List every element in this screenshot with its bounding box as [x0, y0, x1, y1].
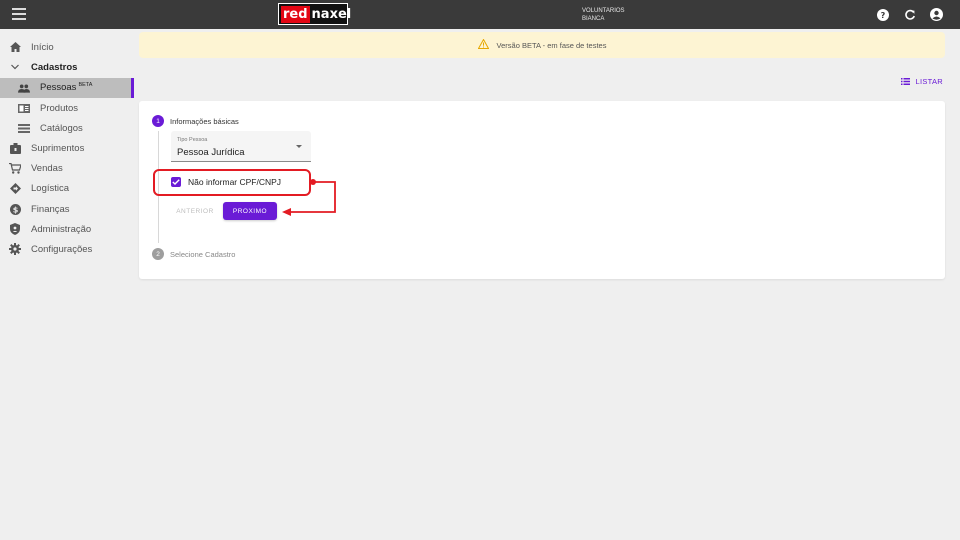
sidebar-item-inicio[interactable]: Início: [0, 37, 134, 57]
svg-text:?: ?: [880, 11, 885, 20]
sidebar-item-label: Finanças: [31, 203, 70, 215]
listar-button[interactable]: LISTAR: [901, 77, 943, 86]
tipo-pessoa-select[interactable]: Tipo Pessoa Pessoa Jurídica: [171, 131, 311, 162]
sidebar-item-label: Administração: [31, 223, 92, 235]
warning-icon: [477, 38, 489, 51]
sidebar-item-catalogos[interactable]: Catálogos: [0, 118, 134, 138]
sidebar-item-logistica[interactable]: Logística: [0, 178, 134, 198]
sidebar-item-financas[interactable]: $ Finanças: [0, 199, 134, 219]
logo-rest: naxel: [311, 6, 352, 22]
account-icon[interactable]: [929, 7, 944, 22]
sidebar-item-cadastros[interactable]: Cadastros: [0, 57, 134, 77]
product-icon: [18, 102, 30, 114]
sidebar-item-produtos[interactable]: Produtos: [0, 98, 134, 118]
sidebar-item-vendas[interactable]: Vendas: [0, 158, 134, 178]
sidebar-item-label: Produtos: [40, 102, 79, 114]
sidebar: Início Cadastros Pessoas BETA Produtos Ca…: [0, 29, 134, 540]
gear-icon: [9, 243, 21, 255]
sidebar-item-configuracoes[interactable]: Configurações: [0, 239, 134, 259]
beta-banner: Versão BETA - em fase de testes: [139, 32, 945, 58]
beta-badge: BETA: [78, 82, 93, 89]
sidebar-item-label: Vendas: [31, 162, 63, 174]
sidebar-item-administracao[interactable]: Administração: [0, 219, 134, 239]
supply-icon: [9, 142, 21, 154]
sidebar-item-suprimentos[interactable]: Suprimentos: [0, 138, 134, 158]
step-1-number: 1: [152, 115, 164, 127]
sidebar-item-label: Cadastros: [31, 61, 78, 73]
sidebar-item-label: Início: [31, 41, 54, 53]
org-info: VOLUNTARIOS BIANCA: [582, 7, 625, 23]
step-2-label[interactable]: Selecione Cadastro: [170, 250, 235, 259]
dropdown-arrow-icon: [296, 145, 302, 148]
org-name: VOLUNTARIOS: [582, 8, 625, 14]
user-name: BIANCA: [582, 16, 605, 22]
tipo-pessoa-value: Pessoa Jurídica: [177, 147, 245, 158]
home-icon: [9, 41, 21, 53]
banner-text: Versão BETA - em fase de testes: [496, 40, 607, 50]
sidebar-item-label: Pessoas BETA: [40, 82, 92, 93]
step-1-label[interactable]: Informações básicas: [170, 117, 239, 126]
tipo-pessoa-label: Tipo Pessoa: [177, 137, 208, 143]
top-bar: red naxel VOLUNTARIOS BIANCA ?: [0, 0, 960, 29]
sidebar-item-label: Configurações: [31, 243, 93, 255]
people-icon: [18, 82, 30, 94]
proximo-button[interactable]: PROXIMO: [223, 202, 277, 220]
annotation-highlight-box: [153, 169, 311, 196]
logistics-icon: [9, 182, 21, 194]
pessoas-label: Pessoas: [40, 82, 77, 94]
list-icon: [18, 122, 30, 134]
step-2-number: 2: [152, 248, 164, 260]
cart-icon: [9, 162, 21, 174]
logo: red naxel: [278, 3, 351, 25]
menu-icon[interactable]: [12, 8, 26, 20]
sidebar-item-label: Logística: [31, 182, 70, 194]
sidebar-item-pessoas[interactable]: Pessoas BETA: [0, 78, 134, 98]
logo-red: red: [281, 5, 310, 23]
list-view-icon: [901, 78, 911, 85]
chevron-down-icon: [9, 61, 21, 73]
refresh-icon[interactable]: [902, 7, 917, 22]
sidebar-item-label: Catálogos: [40, 122, 83, 134]
dollar-icon: $: [9, 203, 21, 215]
help-icon[interactable]: ?: [875, 7, 890, 22]
listar-label: LISTAR: [915, 77, 943, 86]
svg-text:$: $: [12, 205, 18, 214]
sidebar-item-label: Suprimentos: [31, 142, 85, 154]
anterior-button[interactable]: ANTERIOR: [172, 202, 218, 220]
shield-icon: [9, 223, 21, 235]
